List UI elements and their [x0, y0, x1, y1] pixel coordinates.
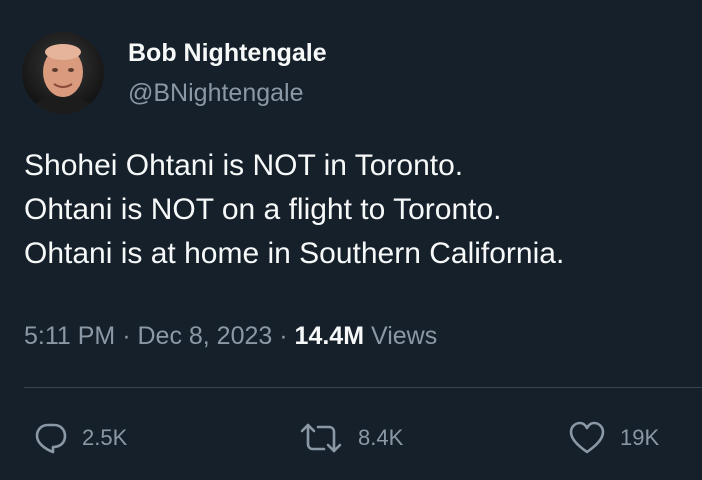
heart-outline-icon: [568, 421, 606, 455]
tweet-text: Shohei Ohtani is NOT in Toronto. Ohtani …: [24, 144, 684, 276]
tweet-line: Ohtani is NOT on a flight to Toronto.: [24, 193, 502, 226]
action-bar: 2.5K 8.4K 19K: [0, 416, 702, 460]
retweet-arrows-icon: [298, 422, 344, 454]
views-count: 14.4M: [294, 322, 365, 350]
retweet-button[interactable]: 8.4K: [298, 416, 403, 460]
speech-bubble-icon: [34, 422, 68, 454]
like-button[interactable]: 19K: [568, 416, 659, 460]
like-count: 19K: [620, 425, 660, 450]
reply-button[interactable]: 2.5K: [34, 416, 127, 460]
tweet-line: Shohei Ohtani is NOT in Toronto.: [24, 149, 464, 182]
meta-separator: ·: [122, 322, 131, 350]
meta-separator: ·: [279, 322, 288, 350]
reply-count: 2.5K: [82, 425, 128, 450]
tweet-card: Bob Nightengale @BNightengale Shohei Oht…: [0, 0, 702, 480]
retweet-count: 8.4K: [358, 425, 404, 450]
author-handle[interactable]: @BNightengale: [128, 78, 304, 108]
tweet-date[interactable]: Dec 8, 2023: [137, 322, 272, 350]
tweet-time[interactable]: 5:11 PM: [24, 322, 115, 350]
tweet-line: Ohtani is at home in Southern California…: [24, 237, 565, 270]
divider: [24, 387, 702, 388]
author-name[interactable]: Bob Nightengale: [128, 38, 327, 68]
tweet-meta: 5:11 PM · Dec 8, 2023 · 14.4M Views: [24, 320, 437, 352]
views-label: Views: [370, 322, 438, 350]
avatar[interactable]: [22, 32, 104, 114]
